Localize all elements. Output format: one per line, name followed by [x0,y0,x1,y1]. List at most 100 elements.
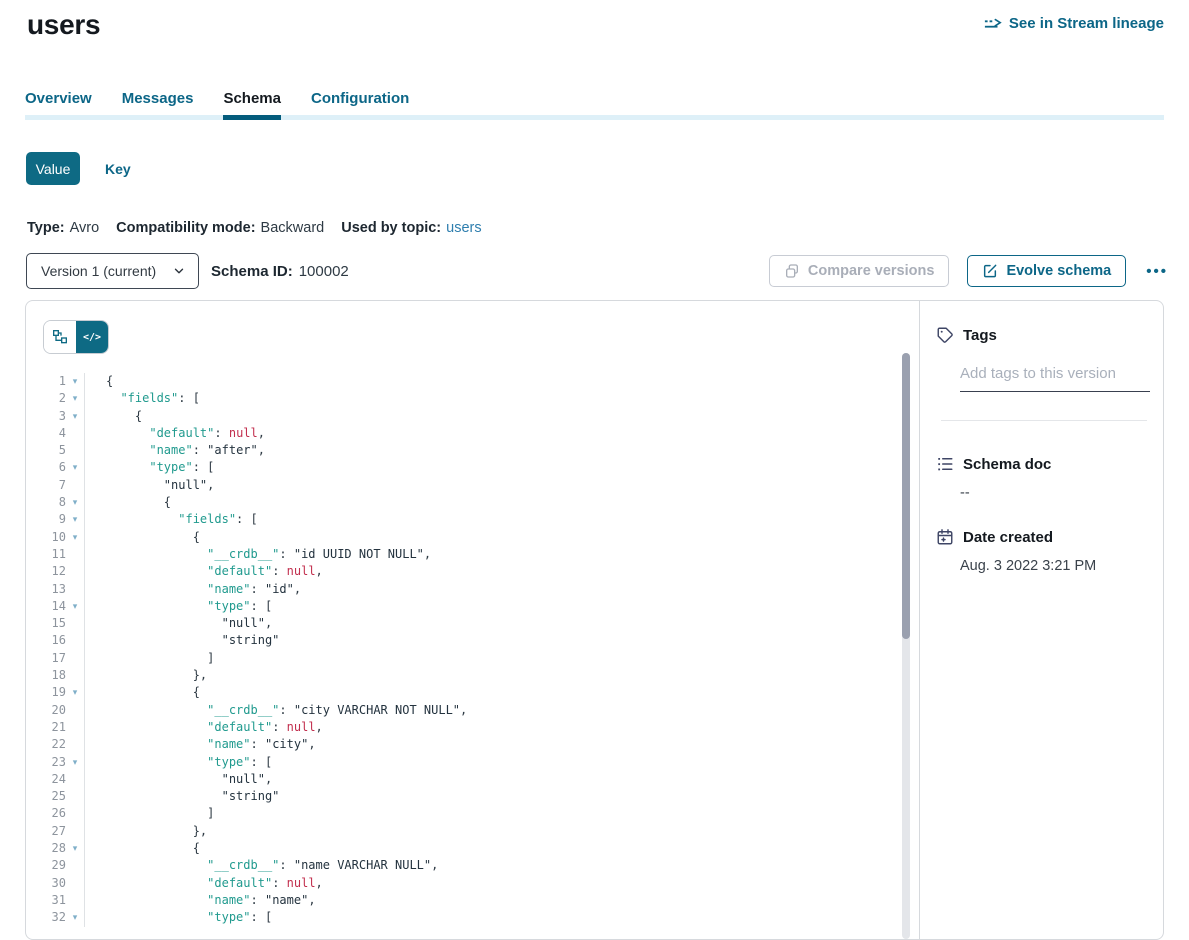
code-line: 26 ] [26,805,921,822]
code-text: "__crdb__": "name VARCHAR NULL", [84,857,438,874]
code-line: 23▾ "type": [ [26,754,921,771]
fold-toggle-icon[interactable]: ▾ [66,494,84,511]
chevron-down-icon [172,264,186,278]
code-text: { [84,408,142,425]
editor-scrollbar-track[interactable] [902,353,910,939]
code-text: "type": [ [84,459,214,476]
code-view-icon: </> [83,332,101,343]
code-line: 24 "null", [26,771,921,788]
more-options-button[interactable]: ••• [1144,263,1170,280]
code-text: "default": null, [84,719,323,736]
line-number: 3 [26,408,66,425]
fold-toggle-icon[interactable]: ▾ [66,840,84,857]
evolve-schema-button[interactable]: Evolve schema [967,255,1126,287]
code-view-button[interactable]: </> [76,321,108,353]
compare-versions-button[interactable]: Compare versions [769,255,950,287]
line-number: 27 [26,823,66,840]
line-number: 20 [26,702,66,719]
tags-heading: Tags [963,327,997,344]
fold-spacer [66,650,84,667]
version-select[interactable]: Version 1 (current) [26,253,199,289]
fold-spacer [66,563,84,580]
compare-icon [784,263,800,279]
schema-id: Schema ID: 100002 [211,253,349,289]
fold-toggle-icon[interactable]: ▾ [66,909,84,926]
code-text: { [84,529,200,546]
key-toggle-button[interactable]: Key [105,161,131,177]
fold-spacer [66,477,84,494]
editor-view-toggle: </> [44,321,108,353]
fold-toggle-icon[interactable]: ▾ [66,754,84,771]
fold-toggle-icon[interactable]: ▾ [66,511,84,528]
tree-view-icon [52,329,68,345]
fold-spacer [66,875,84,892]
line-number: 11 [26,546,66,563]
fold-spacer [66,736,84,753]
stream-lineage-icon [984,17,1002,31]
fold-spacer [66,805,84,822]
line-number: 2 [26,390,66,407]
tab-underline-track [25,115,1164,120]
code-text: "type": [ [84,754,272,771]
fold-spacer [66,892,84,909]
tab-overview[interactable]: Overview [25,90,92,120]
schema-doc-value: -- [960,485,1163,501]
fold-toggle-icon[interactable]: ▾ [66,390,84,407]
fold-toggle-icon[interactable]: ▾ [66,373,84,390]
line-number: 8 [26,494,66,511]
code-line: 15 "null", [26,615,921,632]
topic-link[interactable]: users [446,220,481,236]
sidebar-divider [941,420,1147,421]
code-line: 29 "__crdb__": "name VARCHAR NULL", [26,857,921,874]
line-number: 18 [26,667,66,684]
code-text: ] [84,650,214,667]
fold-spacer [66,615,84,632]
line-number: 17 [26,650,66,667]
version-bar: Version 1 (current) Schema ID: 100002 Co… [26,253,1170,289]
fold-toggle-icon[interactable]: ▾ [66,684,84,701]
date-created-heading: Date created [963,529,1053,546]
fold-toggle-icon[interactable]: ▾ [66,459,84,476]
value-toggle-button[interactable]: Value [26,152,80,185]
fold-spacer [66,667,84,684]
code-text: "null", [84,477,214,494]
type-value: Avro [70,220,100,236]
fold-spacer [66,719,84,736]
schema-code-editor[interactable]: 1▾{2▾ "fields": [3▾ {4 "default": null,5… [26,353,921,939]
fold-spacer [66,788,84,805]
fold-toggle-icon[interactable]: ▾ [66,408,84,425]
tab-configuration[interactable]: Configuration [311,90,409,120]
line-number: 16 [26,632,66,649]
tab-schema[interactable]: Schema [223,90,281,120]
tab-messages[interactable]: Messages [122,90,194,120]
code-line: 13 "name": "id", [26,581,921,598]
code-line: 16 "string" [26,632,921,649]
code-line: 27 }, [26,823,921,840]
fold-spacer [66,702,84,719]
line-number: 24 [26,771,66,788]
type-label: Type: [27,220,65,236]
tags-input[interactable]: Add tags to this version [960,365,1150,392]
code-line: 1▾{ [26,373,921,390]
editor-scrollbar-thumb[interactable] [902,353,910,639]
tab-bar: Overview Messages Schema Configuration [25,90,1164,120]
stream-lineage-link[interactable]: See in Stream lineage [984,15,1164,32]
code-text: "fields": [ [84,511,258,528]
fold-spacer [66,425,84,442]
fold-spacer [66,546,84,563]
tag-icon [936,326,954,344]
date-created-value: Aug. 3 2022 3:21 PM [960,558,1163,574]
line-number: 29 [26,857,66,874]
fold-toggle-icon[interactable]: ▾ [66,529,84,546]
code-line: 20 "__crdb__": "city VARCHAR NOT NULL", [26,702,921,719]
code-text: "__crdb__": "city VARCHAR NOT NULL", [84,702,467,719]
edit-icon [982,263,998,279]
fold-toggle-icon[interactable]: ▾ [66,598,84,615]
tree-view-button[interactable] [44,321,76,353]
line-number: 1 [26,373,66,390]
code-line: 14▾ "type": [ [26,598,921,615]
code-line: 4 "default": null, [26,425,921,442]
code-line: 25 "string" [26,788,921,805]
code-text: { [84,684,200,701]
code-text: "type": [ [84,909,272,926]
